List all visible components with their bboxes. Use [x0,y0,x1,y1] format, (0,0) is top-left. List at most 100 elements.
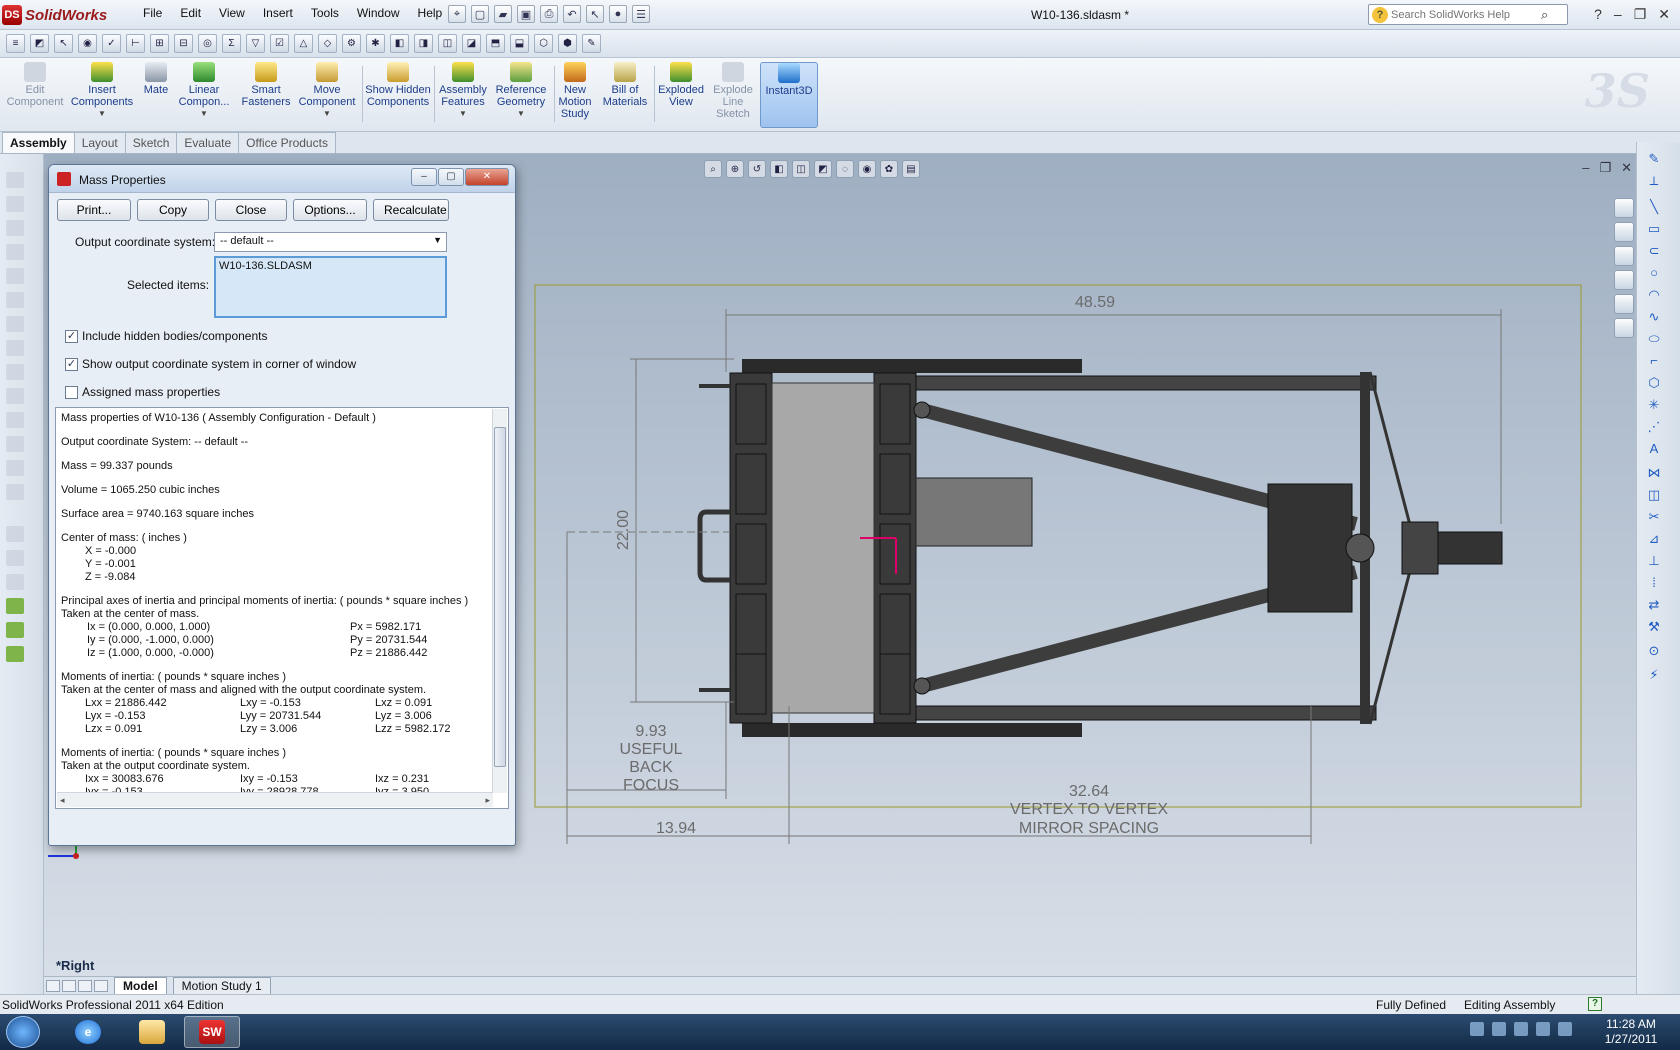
offset-icon[interactable]: ◫ [1645,486,1663,503]
relations-icon[interactable]: ⊥ [1645,552,1663,569]
combine-icon[interactable] [6,460,24,476]
scroll-right-icon[interactable]: ▸ [485,794,490,807]
repair-icon[interactable]: ⚒ [1645,618,1663,635]
next-tab-arrow-icon[interactable] [78,979,92,992]
view-dimetric-icon[interactable]: ⬢ [558,34,577,53]
view-iso-icon[interactable]: ⬡ [534,34,553,53]
measure-tool-icon[interactable]: ✎ [582,34,601,53]
circle-icon[interactable]: ○ [1645,264,1663,281]
taskbar-clock[interactable]: 11:28 AM 1/27/2011 [1596,1017,1666,1047]
tray-power-icon[interactable] [1558,1022,1572,1036]
selected-items-list[interactable]: W10-136.SLDASM [214,256,447,318]
bill-of-materials-button[interactable]: Bill of Materials [600,62,650,128]
curve-green-icon[interactable] [6,646,24,662]
edit-component-button[interactable]: Edit Component [4,62,66,128]
options-button[interactable]: Options... [293,199,367,221]
fillet-sketch-icon[interactable]: ⌐ [1645,352,1663,369]
menu-tools[interactable]: Tools [302,6,348,20]
menu-edit[interactable]: Edit [171,6,210,20]
custom-properties-icon[interactable] [1614,318,1634,338]
tab-sketch[interactable]: Sketch [124,132,178,153]
quick-snaps-icon[interactable]: ⊙ [1645,642,1663,659]
view-left-icon[interactable]: ◫ [438,34,457,53]
view-palette-icon[interactable] [1614,270,1634,290]
minimize-window-icon[interactable]: – [1614,6,1622,23]
dialog-title-bar[interactable]: Mass Properties – ▢ ✕ [49,165,515,193]
slot-icon[interactable]: ⊂ [1645,242,1663,259]
solidworks-taskbar-button[interactable]: SW [184,1016,240,1048]
chevron-down-icon[interactable]: ▼ [459,108,467,120]
revolve-icon[interactable] [6,220,24,236]
tray-flag-icon[interactable] [1492,1022,1506,1036]
loft-icon[interactable] [6,268,24,284]
copy-button[interactable]: Copy [137,199,209,221]
measure-icon[interactable]: ⊢ [126,34,145,53]
tray-network-icon[interactable] [1514,1022,1528,1036]
check-icon[interactable]: ☑ [270,34,289,53]
close-button[interactable]: Close [215,199,287,221]
quick-tips-help-icon[interactable]: ? [1588,997,1602,1011]
performance-icon[interactable]: ⚙ [342,34,361,53]
show-hidden-components-button[interactable]: Show Hidden Components [364,62,432,128]
assigned-mass-checkbox[interactable]: Assigned mass properties [65,385,220,399]
menu-insert[interactable]: Insert [254,6,302,20]
tab-motion-study-1[interactable]: Motion Study 1 [172,976,271,995]
mass-properties-icon[interactable]: Σ [222,34,241,53]
insert-components-button[interactable]: Insert Components ▼ [70,62,134,128]
mirror-icon[interactable]: ⋈ [1645,464,1663,481]
print-button[interactable]: Print... [57,199,131,221]
linear-component-pattern-button[interactable]: Linear Compon... ▼ [176,62,232,128]
tab-model[interactable]: Model [114,976,167,995]
results-horizontal-scrollbar[interactable]: ◂ ▸ [57,792,493,807]
rebuild-traffic-light-icon[interactable]: ● [609,5,627,23]
split-icon[interactable] [6,412,24,428]
menu-window[interactable]: Window [348,6,409,20]
recalculate-button[interactable]: Recalculate [373,199,449,221]
appearance-icon[interactable]: ◉ [78,34,97,53]
include-hidden-checkbox[interactable]: ✓ Include hidden bodies/components [65,329,267,343]
centerline-icon[interactable]: ⋰ [1645,418,1663,435]
hole-alignment-icon[interactable]: ◎ [198,34,217,53]
smart-dimension-icon[interactable]: ⟂ [1645,172,1663,189]
mass-properties-results[interactable]: Mass properties of W10-136 ( Assembly Co… [55,407,509,809]
shell-icon[interactable] [6,292,24,308]
search-icon[interactable]: ⌕ [1541,7,1548,23]
save-icon[interactable]: ▣ [517,5,535,23]
line-icon[interactable]: ╲ [1645,198,1663,215]
assembly-features-button[interactable]: Assembly Features ▼ [436,62,490,128]
show-output-cs-checkbox[interactable]: ✓ Show output coordinate system in corne… [65,357,356,371]
section-icon[interactable]: ▽ [246,34,265,53]
output-coordinate-system-select[interactable]: -- default -- ▼ [214,232,447,252]
polygon-icon[interactable]: ⬡ [1645,374,1663,391]
point-icon[interactable]: ✳ [1645,396,1663,413]
mate-button[interactable]: Mate [138,62,174,128]
dome-icon[interactable] [6,364,24,380]
draft-icon[interactable] [6,340,24,356]
chevron-down-icon[interactable]: ▼ [323,108,331,120]
scrollbar-thumb[interactable] [494,427,506,767]
rib-icon[interactable] [6,316,24,332]
options-icon[interactable]: ☰ [632,5,650,23]
scroll-left-icon[interactable]: ◂ [60,794,65,807]
selected-item[interactable]: W10-136.SLDASM [219,260,312,272]
tray-volume-icon[interactable] [1536,1022,1550,1036]
solidworks-resources-icon[interactable] [1614,198,1634,218]
menu-file[interactable]: File [134,6,171,20]
fillet-icon[interactable] [6,172,24,188]
clearance-icon[interactable]: ⊟ [174,34,193,53]
surface-loft-icon[interactable] [6,550,24,566]
chamfer-icon[interactable] [6,196,24,212]
view-top-icon[interactable]: ⬒ [486,34,505,53]
solidworks-logo[interactable]: DS SolidWorks [2,4,120,26]
view-right-icon[interactable]: ◪ [462,34,481,53]
menu-help[interactable]: Help [409,6,452,20]
file-explorer-taskbar-button[interactable] [124,1016,180,1048]
tab-evaluate[interactable]: Evaluate [176,132,240,153]
exploded-view-button[interactable]: Exploded View [656,62,706,128]
surface-icon[interactable] [6,526,24,542]
explode-line-sketch-button[interactable]: Explode Line Sketch [708,62,758,128]
internet-explorer-taskbar-button[interactable]: e [60,1016,116,1048]
sketch-green-icon[interactable] [6,622,24,638]
chevron-down-icon[interactable]: ▼ [517,108,525,120]
prev-tab-arrow-icon[interactable] [62,979,76,992]
